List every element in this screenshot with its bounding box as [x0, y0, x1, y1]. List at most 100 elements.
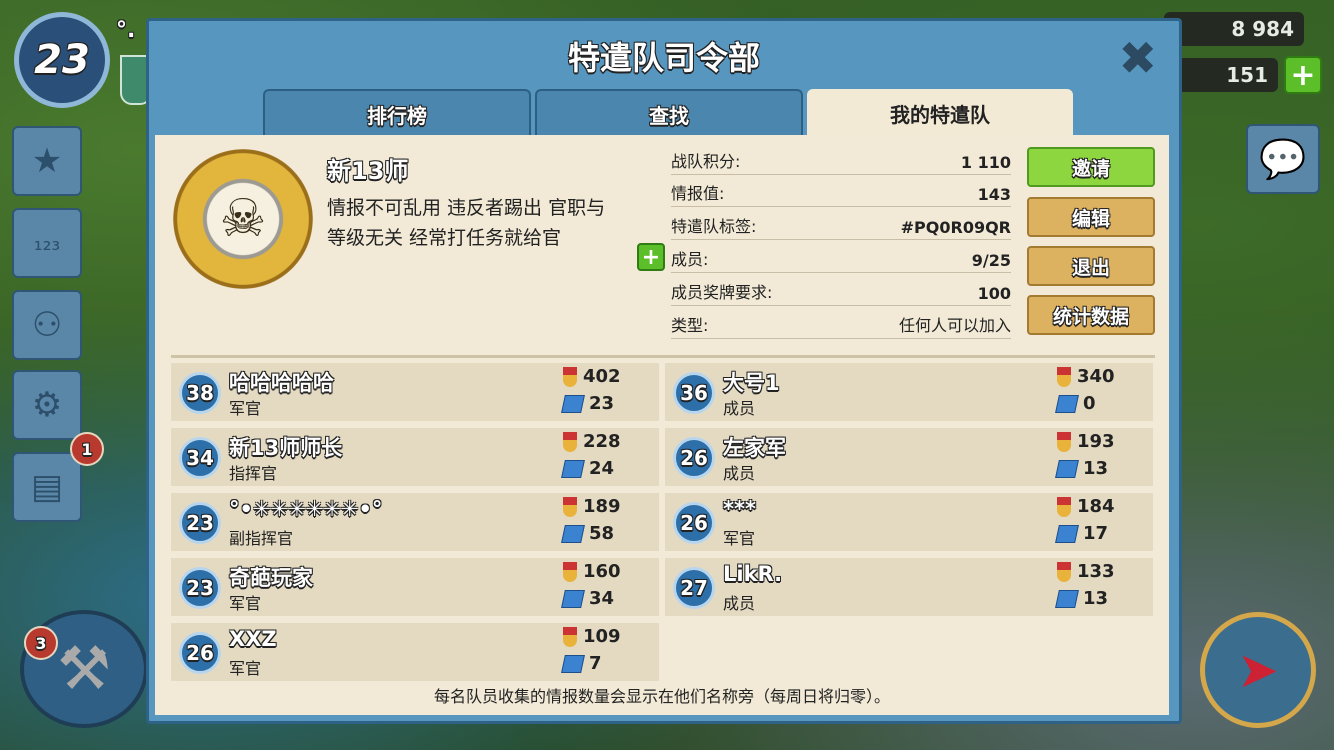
member-name: 新13师师长 — [229, 436, 343, 460]
member-intel: 34 — [561, 588, 615, 609]
info-row-members: 成员: 9/25 — [671, 243, 1011, 273]
member-name: LikR. — [723, 562, 783, 586]
tab-leaderboard[interactable]: 排行榜 — [263, 89, 531, 137]
add-member-plus-button[interactable]: + — [637, 243, 665, 271]
info-label: 成员奖牌要求: — [671, 283, 773, 302]
info-row-medal-requirement: 成员奖牌要求: 100 — [671, 276, 1011, 306]
compass-icon: ➤ — [1237, 641, 1279, 699]
intel-map-icon — [561, 524, 585, 543]
member-card[interactable]: 23 奇葩玩家 军官 160 34 — [171, 558, 659, 616]
member-card[interactable]: 26 XXZ 军官 109 7 — [171, 623, 659, 681]
info-label: 特遣队标签: — [671, 217, 757, 236]
info-label: 战队积分: — [671, 152, 741, 171]
medal-icon — [1057, 496, 1071, 517]
buy-resource-plus-button[interactable]: + — [1284, 56, 1322, 94]
member-medals-value: 340 — [1077, 366, 1115, 387]
member-name: XXZ — [229, 627, 277, 651]
member-intel-value: 23 — [589, 393, 615, 414]
dialog-title: 特遣队司令部 — [567, 39, 760, 77]
tab-my-task-force[interactable]: 我的特遣队 — [807, 89, 1073, 137]
chat-bubble-icon: 💬 — [1259, 136, 1307, 181]
member-card[interactable]: 38 哈哈哈哈哈 军官 402 23 — [171, 363, 659, 421]
statistics-button[interactable]: 统计数据 — [1027, 295, 1155, 335]
info-label: 类型: — [671, 316, 709, 335]
member-card[interactable]: 23 °•✳✳✳✳✳✳•° 副指挥官 189 58 — [171, 493, 659, 551]
member-intel-value: 24 — [589, 458, 615, 479]
member-medals: 160 — [563, 561, 621, 582]
hammer-icon: ⚒ — [57, 634, 111, 704]
member-level: 23 — [179, 502, 221, 544]
clan-description: 情报不可乱用 违反者踢出 官职与等级无关 经常打任务就给官 — [327, 197, 606, 249]
info-value: 143 — [977, 185, 1011, 204]
member-intel-value: 13 — [1083, 458, 1109, 479]
member-role: 军官 — [229, 399, 262, 418]
member-intel: 7 — [561, 653, 602, 674]
member-level: 26 — [673, 502, 715, 544]
member-medals-value: 184 — [1077, 496, 1115, 517]
member-intel-value: 34 — [589, 588, 615, 609]
info-value: 1 110 — [960, 153, 1011, 172]
member-medals-value: 193 — [1077, 431, 1115, 452]
network-button[interactable]: ⚇ — [12, 290, 82, 360]
intel-map-icon — [561, 589, 585, 608]
info-value: #PQ0R09QR — [900, 218, 1011, 237]
member-role: 军官 — [229, 594, 262, 613]
member-role: 指挥官 — [229, 464, 278, 483]
chat-button[interactable]: 💬 — [1246, 124, 1320, 194]
member-medals-value: 133 — [1077, 561, 1115, 582]
member-card[interactable]: 26 *** 军官 184 17 — [665, 493, 1153, 551]
member-medals-value: 402 — [583, 366, 621, 387]
ranking-button[interactable]: ₁₂₃ — [12, 208, 82, 278]
member-intel-value: 7 — [589, 653, 602, 674]
member-card[interactable]: 26 左家军 成员 193 13 — [665, 428, 1153, 486]
player-name-partial: °. — [116, 18, 136, 43]
gears-icon: ⚙ — [31, 385, 63, 425]
member-card[interactable]: 27 LikR. 成员 133 13 — [665, 558, 1153, 616]
member-intel: 58 — [561, 523, 614, 544]
intel-map-icon — [1055, 589, 1079, 608]
info-label: 情报值: — [671, 184, 725, 203]
close-icon[interactable]: ✖ — [1118, 31, 1157, 85]
member-level: 26 — [673, 437, 715, 479]
task-force-dialog: 特遣队司令部 ✖ 排行榜 查找 我的特遣队 ☠ 新13师 情报不可乱用 违反者踢… — [146, 18, 1182, 724]
footer-note: 每名队员收集的情报数量会显示在他们名称旁（每周日将归零）。 — [433, 687, 890, 706]
member-intel: 13 — [1055, 458, 1109, 479]
info-value: 100 — [977, 284, 1011, 303]
member-role: 军官 — [723, 529, 756, 548]
stars-icon: ★ — [31, 141, 63, 181]
member-card[interactable]: 36 大号1 成员 340 0 — [665, 363, 1153, 421]
member-medals-value: 189 — [583, 496, 621, 517]
invite-button[interactable]: 邀请 — [1027, 147, 1155, 187]
member-level: 23 — [179, 567, 221, 609]
edit-button[interactable]: 编辑 — [1027, 197, 1155, 237]
member-level: 38 — [179, 372, 221, 414]
member-card[interactable]: 34 新13师师长 指挥官 228 24 — [171, 428, 659, 486]
member-medals: 133 — [1057, 561, 1115, 582]
intel-map-icon — [561, 654, 585, 673]
member-intel: 0 — [1055, 393, 1096, 414]
member-role: 军官 — [229, 659, 262, 678]
stars-button[interactable]: ★ — [12, 126, 82, 196]
info-label: 成员: — [671, 250, 709, 269]
member-medals: 228 — [563, 431, 621, 452]
member-level: 26 — [179, 632, 221, 674]
map-button[interactable]: ➤ — [1200, 612, 1316, 728]
member-level: 27 — [673, 567, 715, 609]
clan-name: 新13师 — [327, 157, 409, 185]
member-level: 36 — [673, 372, 715, 414]
newspaper-icon: ▤ — [30, 467, 64, 507]
player-level-badge[interactable]: 23 — [14, 12, 110, 108]
medal-icon — [563, 496, 577, 517]
network-icon: ⚇ — [31, 305, 63, 345]
news-button[interactable]: ▤ — [12, 452, 82, 522]
member-intel-value: 17 — [1083, 523, 1109, 544]
tab-search[interactable]: 查找 — [535, 89, 803, 137]
intel-map-icon — [561, 459, 585, 478]
member-medals: 184 — [1057, 496, 1115, 517]
member-role: 成员 — [723, 464, 756, 483]
leave-button[interactable]: 退出 — [1027, 246, 1155, 286]
member-name: *** — [723, 497, 756, 521]
member-medals: 402 — [563, 366, 621, 387]
settings-button[interactable]: ⚙ — [12, 370, 82, 440]
podium-icon: ₁₂₃ — [33, 230, 61, 256]
